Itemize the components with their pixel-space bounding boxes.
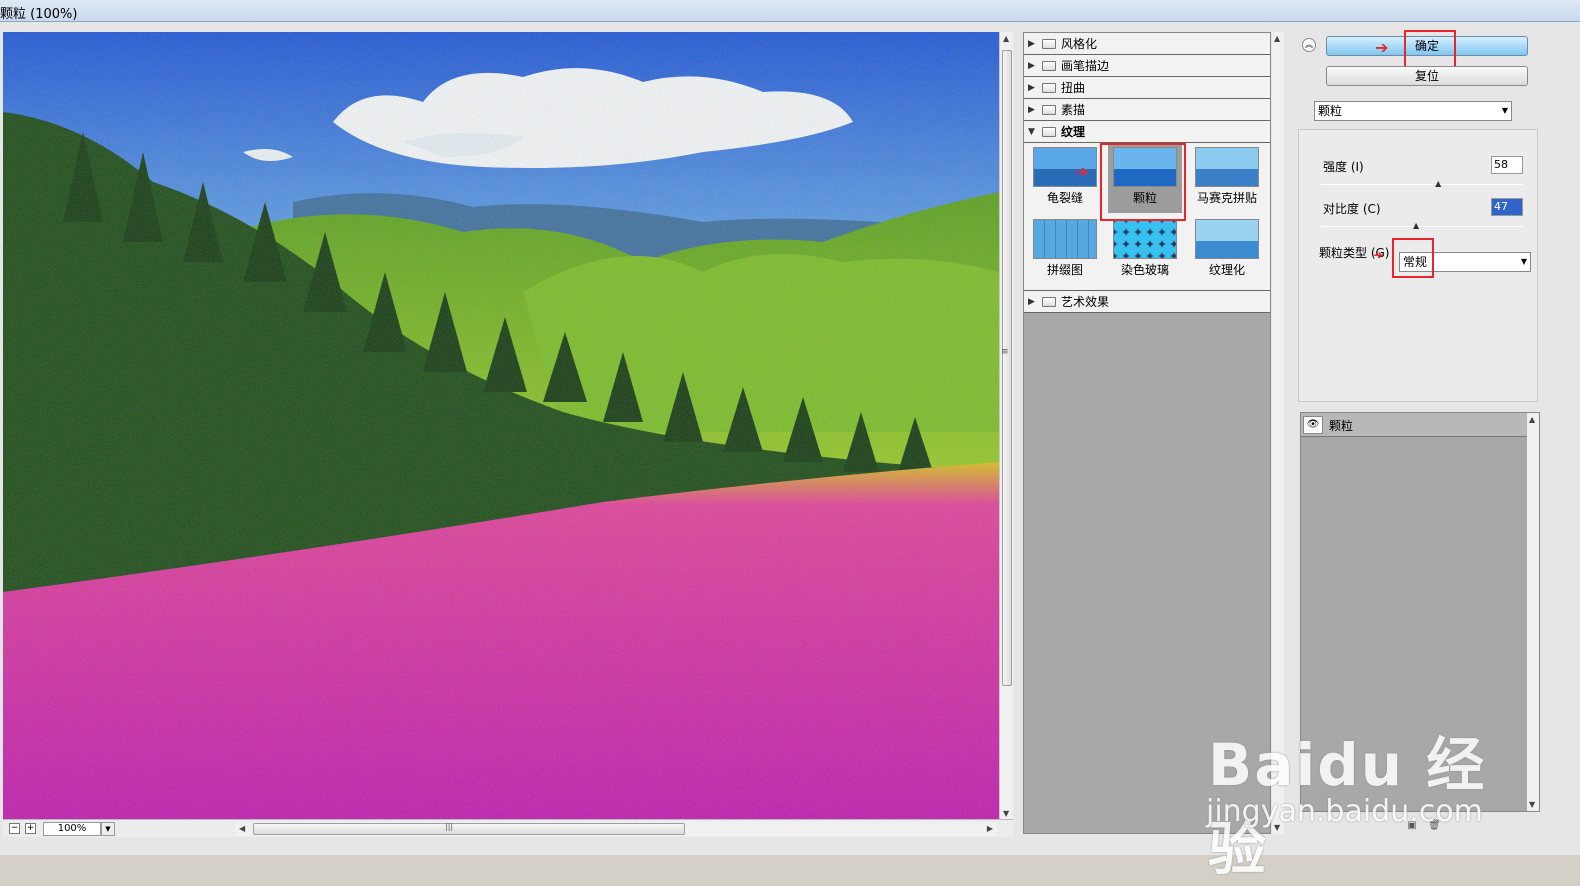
filter-select-value: 颗粒 xyxy=(1318,104,1343,118)
window-title: 颗粒 (100%) xyxy=(0,7,78,22)
thumb-mosaic-tiles[interactable]: 马赛克拼贴 xyxy=(1190,145,1264,213)
highlight-box xyxy=(1100,143,1186,221)
intensity-slider-track[interactable] xyxy=(1321,184,1523,185)
thumb-patchwork[interactable]: 拼缀图 xyxy=(1028,217,1102,285)
title-bar: 颗粒 (100%) xyxy=(0,0,1580,22)
preview-canvas[interactable] xyxy=(3,32,999,820)
filter-select[interactable]: 颗粒 ▼ xyxy=(1314,101,1512,121)
filter-gallery-window: ▲ ≡ ▼ − + 100% ▼ ◀ ||| ▶ ▶ 风格化 ▶ 画笔描边 ▶ … xyxy=(0,22,1580,883)
dropdown-arrow-icon: ▼ xyxy=(1501,106,1508,115)
thumb-texturizer[interactable]: 纹理化 xyxy=(1190,217,1264,285)
sailboat-thumbnail-icon xyxy=(1195,219,1259,259)
scroll-left-arrow-icon[interactable]: ◀ xyxy=(239,824,245,833)
scroll-down-arrow-icon[interactable]: ▼ xyxy=(1003,809,1009,818)
category-sketch[interactable]: ▶ 素描 xyxy=(1024,99,1270,121)
expand-triangle-icon[interactable]: ▶ xyxy=(1028,105,1042,115)
intensity-label: 强度 (I) xyxy=(1323,160,1364,174)
texture-thumbnails: 龟裂缝 颗粒 马赛克拼贴 拼缀图 染色玻璃 纹理化 xyxy=(1024,143,1270,291)
highlight-box xyxy=(1404,30,1456,70)
zoom-in-button[interactable]: + xyxy=(25,823,36,834)
folder-icon xyxy=(1042,126,1056,137)
category-stylize[interactable]: ▶ 风格化 xyxy=(1024,33,1270,55)
expand-triangle-icon[interactable]: ▶ xyxy=(1028,83,1042,93)
contrast-slider-track[interactable] xyxy=(1321,226,1523,227)
folder-icon xyxy=(1042,60,1056,71)
baidu-jingyan-watermark: Baidu 经验 jingyan.baidu.com xyxy=(1200,682,1500,883)
scroll-up-arrow-icon[interactable]: ▲ xyxy=(1274,34,1280,43)
arrow-annotation-icon: ➔ xyxy=(1373,248,1384,262)
landscape-preview-image xyxy=(3,32,999,820)
zoom-dropdown-icon[interactable]: ▼ xyxy=(101,822,115,836)
scroll-thumb[interactable] xyxy=(253,823,685,835)
grip-icon: ||| xyxy=(445,822,454,831)
scroll-up-arrow-icon[interactable]: ▲ xyxy=(1529,415,1535,424)
intensity-input[interactable]: 58 xyxy=(1491,156,1523,174)
arrow-annotation-icon: ➔ xyxy=(1375,38,1389,57)
expand-triangle-icon[interactable]: ▶ xyxy=(1028,297,1042,307)
eye-icon[interactable]: 👁 xyxy=(1303,416,1323,434)
expand-triangle-icon[interactable]: ▶ xyxy=(1028,39,1042,49)
scroll-up-arrow-icon[interactable]: ▲ xyxy=(1003,34,1009,43)
category-distort[interactable]: ▶ 扭曲 xyxy=(1024,77,1270,99)
effect-layer-row[interactable]: 👁 颗粒 xyxy=(1301,413,1529,437)
layers-scrollbar[interactable]: ▲ ▼ xyxy=(1527,413,1539,811)
preview-horizontal-scrollbar[interactable]: ◀ ||| ▶ xyxy=(235,822,997,836)
collapse-triangle-icon[interactable]: ▼ xyxy=(1028,127,1042,137)
watermark-url: jingyan.baidu.com xyxy=(1206,794,1483,829)
preview-vertical-scrollbar[interactable]: ▲ ≡ ▼ xyxy=(999,32,1013,820)
folder-icon xyxy=(1042,296,1056,307)
category-artistic[interactable]: ▶ 艺术效果 xyxy=(1024,291,1270,313)
scroll-thumb[interactable] xyxy=(1002,50,1012,686)
folder-icon xyxy=(1042,82,1056,93)
category-texture[interactable]: ▼ 纹理 xyxy=(1024,121,1270,143)
patchwork-thumbnail-icon xyxy=(1033,219,1097,259)
thumb-stained-glass[interactable]: 染色玻璃 xyxy=(1108,217,1182,285)
zoom-level-field[interactable]: 100% xyxy=(43,822,101,836)
folder-icon xyxy=(1042,104,1056,115)
thumb-craquelure[interactable]: 龟裂缝 xyxy=(1028,145,1102,213)
collapse-gallery-icon[interactable]: ︽ xyxy=(1302,38,1316,52)
reset-button[interactable]: 复位 xyxy=(1326,66,1528,86)
arrow-annotation-icon: ➔ xyxy=(1075,162,1089,181)
scroll-down-arrow-icon[interactable]: ▼ xyxy=(1529,800,1535,809)
dropdown-arrow-icon: ▼ xyxy=(1520,257,1527,266)
sailboat-thumbnail-icon xyxy=(1195,147,1259,187)
contrast-input[interactable]: 47 xyxy=(1491,198,1523,216)
stained-glass-thumbnail-icon xyxy=(1113,219,1177,259)
contrast-label: 对比度 (C) xyxy=(1323,202,1381,216)
expand-triangle-icon[interactable]: ▶ xyxy=(1028,61,1042,71)
category-brush-strokes[interactable]: ▶ 画笔描边 xyxy=(1024,55,1270,77)
grip-icon: ≡ xyxy=(1001,347,1009,357)
preview-status-bar: − + 100% ▼ ◀ ||| ▶ xyxy=(3,819,1013,837)
zoom-out-button[interactable]: − xyxy=(9,823,20,834)
highlight-box xyxy=(1392,238,1434,278)
scroll-right-arrow-icon[interactable]: ▶ xyxy=(987,824,993,833)
folder-icon xyxy=(1042,38,1056,49)
filter-parameters: 强度 (I) 58 ▲ 对比度 (C) 47 ▲ 颗粒类型 (G) 常规 ▼ ➔ xyxy=(1298,129,1538,402)
intensity-slider-handle[interactable]: ▲ xyxy=(1435,180,1442,188)
effect-layer-name: 颗粒 xyxy=(1329,419,1354,433)
contrast-slider-handle[interactable]: ▲ xyxy=(1413,222,1420,230)
